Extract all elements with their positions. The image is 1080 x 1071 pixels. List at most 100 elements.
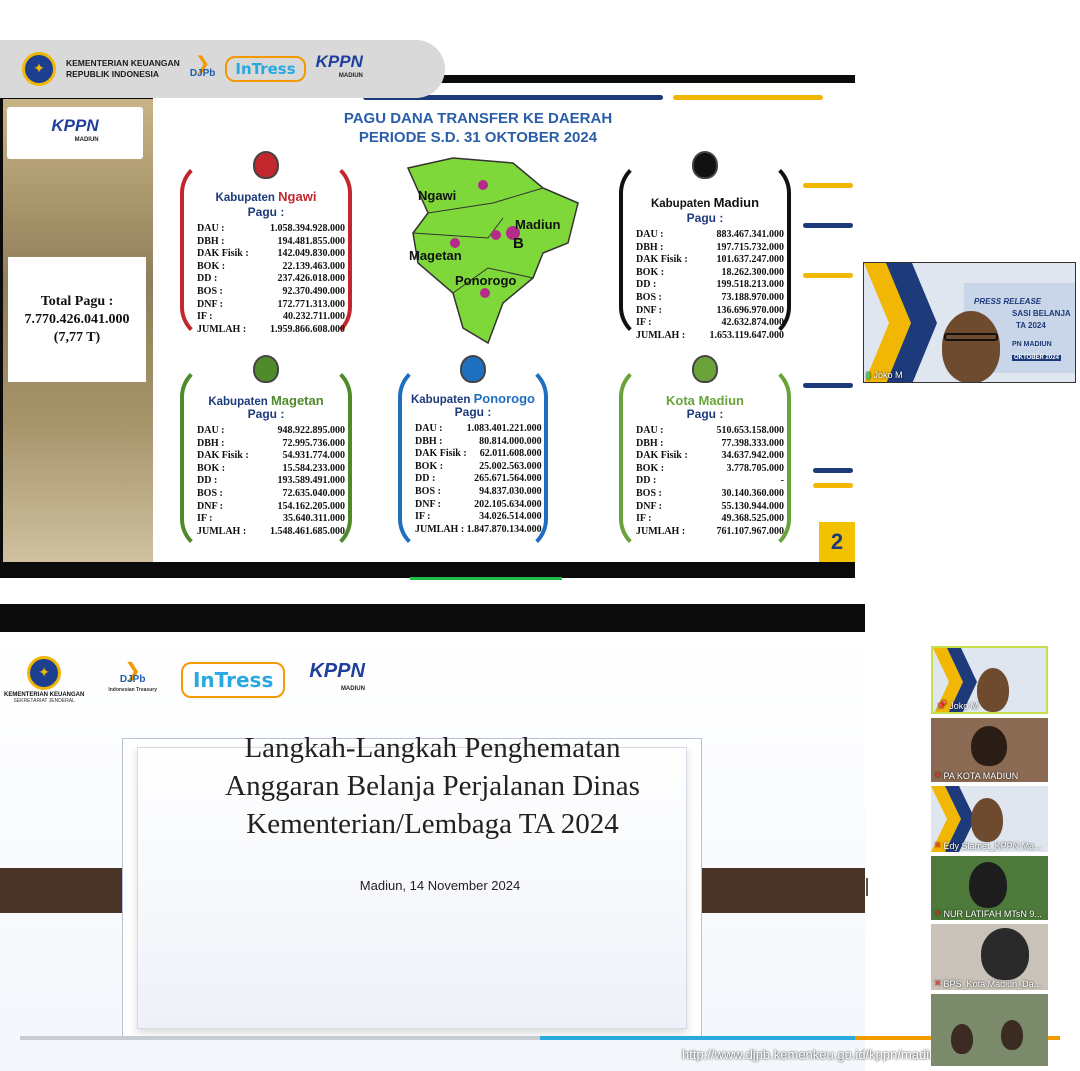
slide-main: PAGU DANA TRANSFER KE DAERAH PERIODE S.D…: [153, 83, 855, 562]
row-label: BOS :: [197, 487, 223, 499]
row-value: 142.049.830.000: [277, 248, 346, 260]
row-label: BOS :: [636, 487, 662, 499]
row-value: 101.637.247.000: [716, 254, 785, 266]
table-row: JUMLAH : 761.107.967.000: [636, 526, 784, 539]
row-value: 34.026.514.000: [479, 511, 542, 523]
table-row: JUMLAH : 1.548.461.685.000: [197, 526, 345, 539]
stripe-decor: [803, 223, 853, 228]
gallery-tile-room[interactable]: [931, 994, 1048, 1066]
table-row: DNF : 136.696.970.000: [636, 305, 784, 318]
signal-icon: ▮: [866, 371, 871, 381]
row-label: JUMLAH :: [197, 525, 247, 537]
table-row: DBH : 77.398.333.000: [636, 438, 784, 451]
row-label: DBH :: [197, 437, 225, 449]
row-label: DAK Fisik :: [415, 448, 467, 460]
table-row: BOS : 72.635.040.000: [197, 488, 345, 501]
accent-line-blue: [540, 1036, 855, 1040]
screen-share-bottom: ✦ KEMENTERIAN KEUANGAN SEKRETARIAT JENDE…: [0, 632, 865, 1071]
regency-seal-icon: [253, 151, 279, 179]
row-label: DNF :: [636, 304, 663, 316]
regency-seal-icon: [460, 355, 486, 383]
total-pagu-box: Total Pagu : 7.770.426.041.000 (7,77 T): [8, 257, 146, 382]
org-name: KEMENTERIAN KEUANGAN REPUBLIK INDONESIA: [66, 58, 180, 79]
gallery-tile-bps-kota-madiun[interactable]: ✕ BPS_Kota Madiun_Da...: [931, 924, 1048, 990]
row-value: 883.467.341.000: [716, 229, 785, 240]
card-pagu-label: Pagu :: [454, 405, 492, 419]
row-label: JUMLAH :: [197, 323, 247, 335]
table-row: BOK : 25.002.563.000: [415, 461, 542, 474]
row-value: 94.837.030.000: [479, 485, 542, 497]
row-label: DAK Fisik :: [197, 248, 249, 260]
table-row: DAK Fisik : 34.637.942.000: [636, 450, 784, 463]
slide2-logos: ✦ KEMENTERIAN KEUANGAN SEKRETARIAT JENDE…: [0, 650, 480, 710]
row-value: 1.083.401.221.000: [466, 423, 542, 434]
gallery-divider-handle[interactable]: [866, 878, 868, 896]
gallery-tile-edy-slamet[interactable]: ✕ Edy Slamet_KPPN Ma...: [931, 786, 1048, 852]
stripe-decor: [813, 483, 853, 488]
kppn-logo: KPPN MADIUN: [309, 660, 365, 692]
row-value: 22.139.463.000: [282, 260, 346, 272]
table-row: IF : 35.640.311.000: [197, 513, 345, 526]
kemenkeu-emblem-icon: ✦: [27, 656, 62, 690]
regency-seal-icon: [692, 355, 718, 383]
table-row: IF : 34.026.514.000: [415, 511, 542, 524]
slide-page-number: 2: [819, 522, 855, 562]
kemenkeu-emblem-icon: ✦: [22, 52, 56, 86]
table-row: BOS : 92.370.490.000: [197, 286, 345, 299]
row-value: 1.959.866.608.000: [270, 323, 345, 335]
table-row: DNF : 202.105.634.000: [415, 499, 542, 512]
presentation-subtitle: Madiun, 14 November 2024: [359, 878, 521, 893]
card-pagu-table: DAU :948.922.895.000 DBH :72.995.736.000 D…: [197, 425, 345, 538]
presentation-title: Langkah-Langkah Penghematan Anggaran Bel…: [225, 732, 640, 840]
row-label: BOK :: [197, 462, 226, 474]
row-value: 237.426.018.000: [277, 273, 346, 285]
row-label: DD :: [197, 273, 218, 285]
row-value: 193.589.491.000: [277, 475, 346, 487]
table-row: JUMLAH : 1.653.119.647.000: [636, 330, 784, 343]
participant-face: [977, 668, 1009, 712]
gallery-tile-pa-kota-madiun[interactable]: ✕ PA KOTA MADIUN: [931, 718, 1048, 782]
row-value: 199.518.213.000: [716, 279, 785, 291]
row-value: 92.370.490.000: [282, 285, 346, 297]
video-tile-speaker[interactable]: PRESS RELEASE SASI BELANJA TA 2024 PN MA…: [863, 262, 1076, 383]
gallery-tile-nur-latifah[interactable]: ✕ NUR LATIFAH MTsN 9...: [931, 856, 1048, 920]
table-row: JUMLAH :1.847.870.134.000: [415, 524, 542, 537]
row-label: DBH :: [197, 235, 225, 247]
row-value: 948.922.895.000: [277, 425, 346, 436]
row-label: DBH :: [415, 435, 443, 447]
table-row: DAU : 510.653.158.000: [636, 425, 784, 438]
table-row: BOS : 94.837.030.000: [415, 486, 542, 499]
table-row: JUMLAH : 1.959.866.608.000: [197, 324, 345, 337]
table-row: DNF : 55.130.944.000: [636, 501, 784, 514]
participant-face: [951, 1024, 973, 1054]
row-value: 72.635.040.000: [282, 487, 346, 499]
sidebar-kppn-logo: KPPN MADIUN: [7, 107, 143, 159]
card-pagu-table: DAU : 883.467.341.000 DBH : 197.715.732.000…: [636, 229, 784, 342]
row-label: DNF :: [636, 500, 663, 512]
card-region-name: Kabupaten Ngawi: [215, 189, 317, 204]
djpb-logo: ❯ DJPb Indonesian Treasury: [108, 658, 157, 693]
row-value: 202.105.634.000: [474, 498, 542, 510]
pagu-card-ponorogo: Kabupaten Ponorogo Pagu : DAU : 1.083.401.2…: [398, 355, 548, 553]
row-label: JUMLAH :: [415, 523, 465, 535]
row-value: 154.162.205.000: [277, 500, 346, 512]
stripe-decor: [673, 95, 823, 100]
card-pagu-label: Pagu :: [247, 205, 285, 219]
row-value: 1.653.119.647.000: [709, 329, 784, 341]
row-label: DNF :: [415, 498, 442, 510]
row-label: DD :: [636, 279, 657, 291]
table-row: DD : -: [636, 475, 784, 488]
row-value: 1.548.461.685.000: [270, 525, 345, 537]
row-value: 77.398.333.000: [721, 437, 785, 449]
progress-indicator: [410, 577, 562, 580]
row-label: DAU :: [197, 425, 225, 436]
card-pagu-label: Pagu :: [247, 407, 285, 421]
row-value: 3.778.705.000: [726, 462, 785, 474]
map-label-ponorogo: Ponorogo: [455, 273, 517, 288]
row-value: 510.653.158.000: [716, 425, 785, 436]
gallery-tile-joko[interactable]: 📌 Joko M: [931, 646, 1048, 714]
table-row: DAK Fisik : 101.637.247.000: [636, 254, 784, 267]
pagu-card-ngawi: Kabupaten Ngawi Pagu : DAU : 1.058.394.928.…: [180, 151, 352, 341]
mic-muted-icon: ✕: [934, 841, 942, 851]
footer-url: http://www.djpb.kemenkeu.go.id/kppn/madi…: [682, 1047, 944, 1062]
